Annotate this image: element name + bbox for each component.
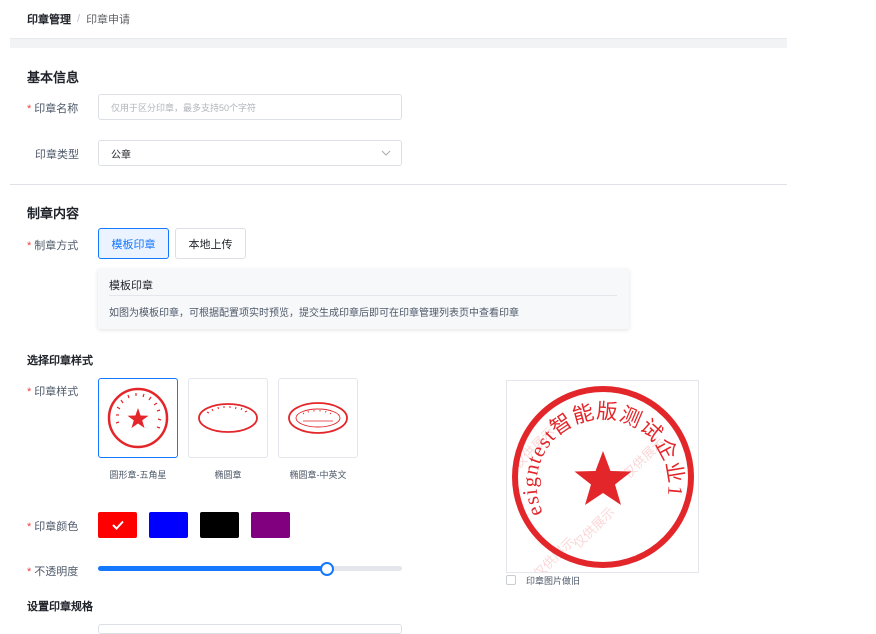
opacity-slider-handle[interactable] <box>320 562 334 576</box>
style-name-oval: 椭圆章 <box>214 470 242 480</box>
style-section-title: 选择印章样式 <box>27 355 93 367</box>
seal-color-label: * 印章颜色 <box>27 521 79 533</box>
style-card-round-star[interactable] <box>98 378 178 458</box>
style-card-oval[interactable] <box>188 378 268 458</box>
breadcrumb: 印章管理 / 印章申请 <box>27 11 130 27</box>
oval-seal-bilingual-icon <box>288 402 348 434</box>
template-tip-box: 模板印章 如图为模板印章，可根据配置项实时预览，提交生成印章后即可在印章管理列表… <box>98 269 629 329</box>
old-style-label: 印章图片做旧 <box>526 576 581 586</box>
required-mark: * <box>27 566 32 578</box>
round-seal-star-icon <box>107 387 169 449</box>
style-name-oval-bilingual: 椭圆章-中英文 <box>289 470 347 480</box>
color-swatch-purple[interactable] <box>251 512 290 538</box>
local-upload-button[interactable]: 本地上传 <box>175 228 246 259</box>
section-divider <box>10 184 787 185</box>
required-mark: * <box>27 386 32 398</box>
seal-name-input[interactable]: 仅用于区分印章，最多支持50个字符 <box>98 94 402 120</box>
header-divider-bar <box>10 38 787 48</box>
tip-title: 模板印章 <box>109 280 153 292</box>
breadcrumb-current: 印章申请 <box>86 14 131 26</box>
tip-divider <box>109 295 617 296</box>
seal-style-label: * 印章样式 <box>27 386 79 398</box>
seal-preview: 仅供展示 仅供展示 仅供展示 仅供展示 esigntest智能版测试企业1 <box>506 380 699 573</box>
seal-type-value: 公章 <box>111 149 131 161</box>
seal-name-placeholder: 仅用于区分印章，最多支持50个字符 <box>111 102 257 113</box>
spec-input[interactable] <box>98 624 402 634</box>
color-swatch-blue[interactable] <box>149 512 188 538</box>
content-title: 制章内容 <box>27 206 80 221</box>
seal-preview-image: 仅供展示 仅供展示 仅供展示 仅供展示 esigntest智能版测试企业1 <box>510 386 694 572</box>
required-mark: * <box>27 103 32 115</box>
oval-seal-icon <box>198 403 258 433</box>
style-card-oval-bilingual[interactable] <box>278 378 358 458</box>
check-icon <box>111 520 124 530</box>
color-swatch-black[interactable] <box>200 512 239 538</box>
chevron-down-icon <box>381 148 391 159</box>
spec-section-title: 设置印章规格 <box>27 601 93 613</box>
old-style-checkbox[interactable] <box>506 575 516 585</box>
seal-type-select[interactable]: 公章 <box>98 140 402 166</box>
opacity-slider-fill <box>98 566 326 571</box>
opacity-label: * 不透明度 <box>27 566 79 578</box>
template-seal-button[interactable]: 模板印章 <box>98 228 169 259</box>
required-mark: * <box>27 521 32 533</box>
tip-text: 如图为模板印章，可根据配置项实时预览，提交生成印章后即可在印章管理列表页中查看印… <box>109 308 519 319</box>
seal-name-label: * 印章名称 <box>27 103 79 115</box>
seal-type-label: 印章类型 <box>35 149 79 161</box>
make-method-label: * 制章方式 <box>27 240 79 252</box>
required-mark: * <box>27 240 32 252</box>
breadcrumb-root-link[interactable]: 印章管理 <box>27 11 71 27</box>
breadcrumb-separator: / <box>77 13 81 25</box>
svg-text:仅供展示: 仅供展示 <box>570 504 617 551</box>
style-name-round-star: 圆形章-五角星 <box>109 470 167 480</box>
basic-info-title: 基本信息 <box>27 70 80 85</box>
color-swatch-red[interactable] <box>98 512 137 538</box>
